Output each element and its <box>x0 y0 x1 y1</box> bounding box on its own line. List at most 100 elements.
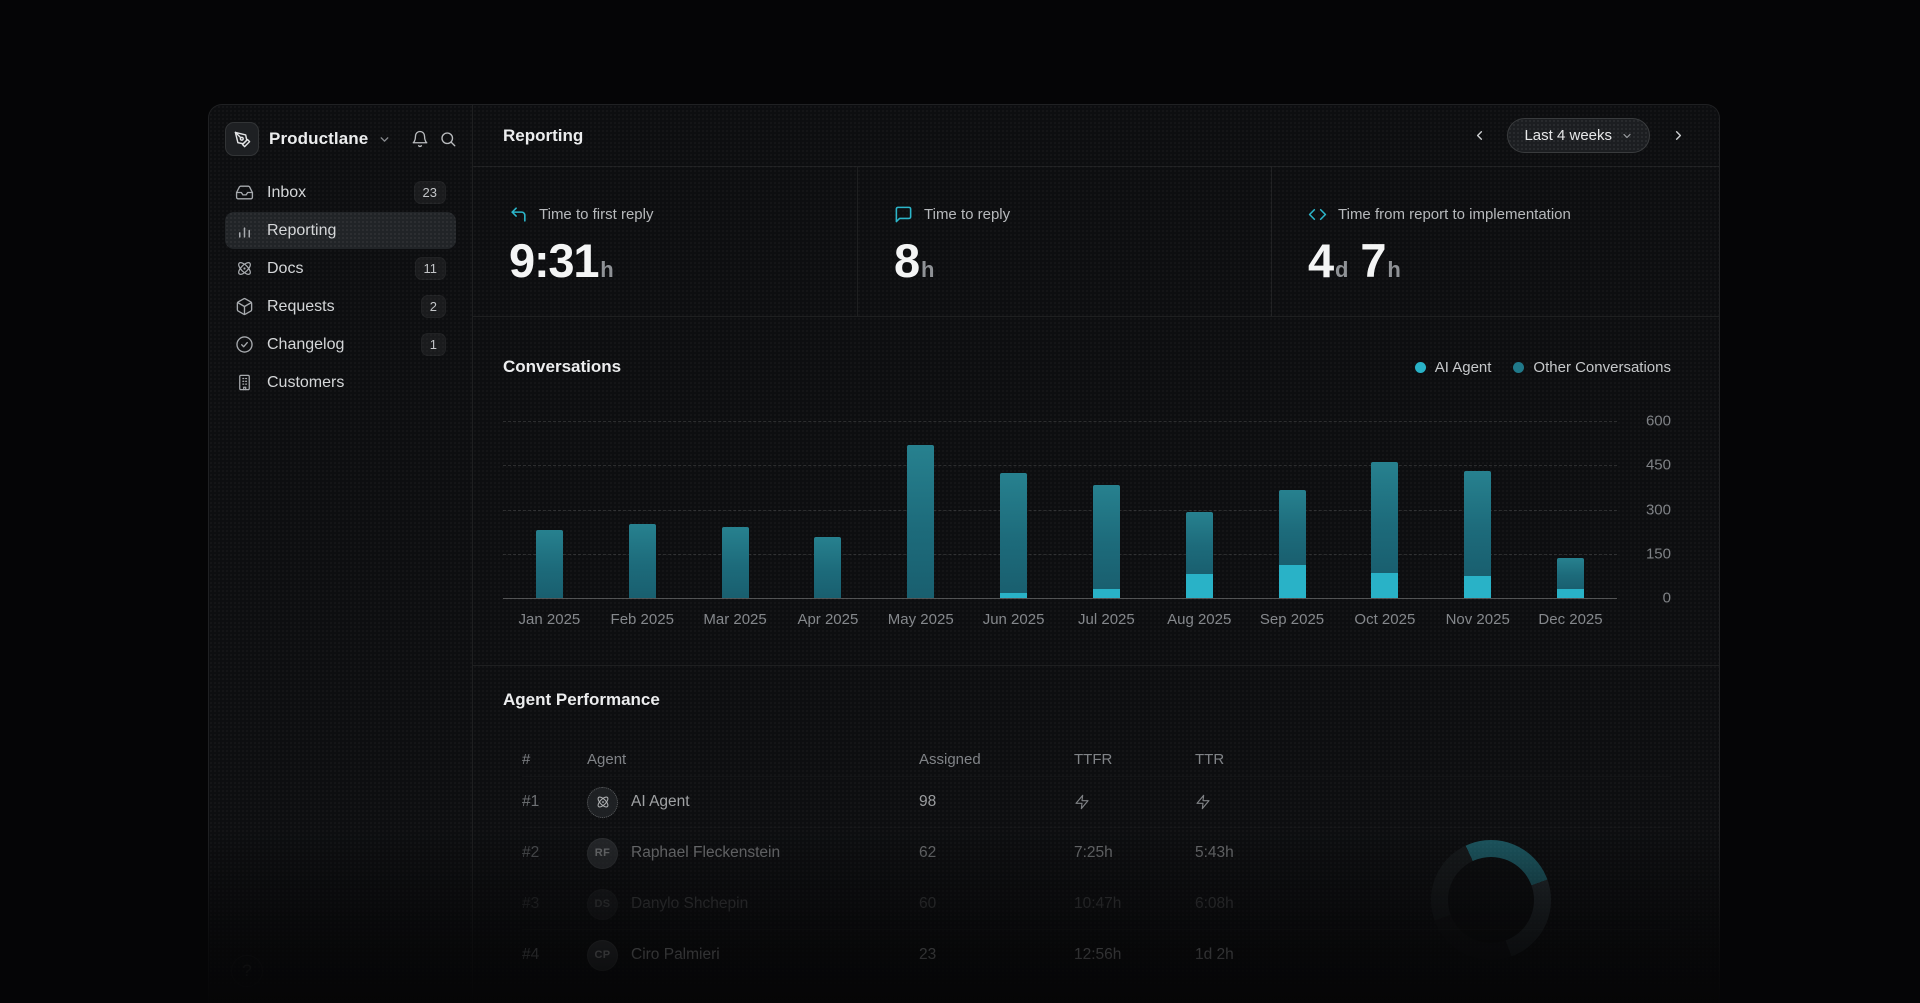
date-range-dropdown[interactable]: Last 4 weeks <box>1507 118 1650 153</box>
agent-performance-table: # Agent Assigned TTFR TTR #1 AI Agent 98 <box>503 742 1671 980</box>
avatar: CP <box>587 940 618 971</box>
inbox-count-badge: 23 <box>414 181 446 204</box>
sidebar-item-docs[interactable]: Docs 11 <box>225 250 456 287</box>
chevron-down-icon <box>378 133 391 146</box>
main-content: Reporting Last 4 weeks <box>473 105 1719 1003</box>
sidebar-item-reporting[interactable]: Reporting <box>225 212 456 249</box>
table-row[interactable]: #2 RF Raphael Fleckenstein 62 7:25h 5:43… <box>522 827 1671 878</box>
agent-performance-title: Agent Performance <box>503 690 660 709</box>
sidebar-item-inbox[interactable]: Inbox 23 <box>225 174 456 211</box>
col-rank: # <box>522 751 587 768</box>
bar-jan-2025[interactable] <box>536 530 563 598</box>
atom-icon <box>235 259 254 278</box>
workspace-name: Productlane <box>269 129 368 149</box>
legend-item-other-conversations[interactable]: Other Conversations <box>1513 359 1671 376</box>
col-ttfr: TTFR <box>1074 751 1195 768</box>
sidebar: Productlane Inbox 23 Reporting <box>209 105 473 1003</box>
bar-may-2025[interactable] <box>907 445 934 598</box>
docs-count-badge: 11 <box>415 257 447 280</box>
inbox-icon <box>235 183 254 202</box>
metrics-row: Time to first reply 9:31h Time to reply … <box>473 167 1719 317</box>
bar-apr-2025[interactable] <box>814 537 841 598</box>
chevron-down-icon <box>1621 130 1633 142</box>
gridline-450 <box>503 465 1617 466</box>
metric-time-to-reply: Time to reply 8h <box>857 167 1271 316</box>
requests-count-badge: 2 <box>421 295 446 318</box>
metric-label: Time to first reply <box>539 206 653 223</box>
metric-value: 4d7h <box>1308 237 1719 284</box>
lightning-icon <box>1074 794 1195 810</box>
lightning-icon <box>1195 794 1671 810</box>
help-button[interactable]: ? <box>231 955 263 987</box>
x-label-apr-2025: Apr 2025 <box>781 611 874 628</box>
legend-label: AI Agent <box>1435 359 1492 376</box>
bar-dec-2025[interactable] <box>1557 558 1584 598</box>
chevron-right-icon[interactable] <box>1663 121 1693 151</box>
sidebar-item-requests[interactable]: Requests 2 <box>225 288 456 325</box>
x-label-oct-2025: Oct 2025 <box>1338 611 1431 628</box>
table-row[interactable]: #4 CP Ciro Palmieri 23 12:56h 1d 2h <box>522 929 1671 980</box>
avatar: DS <box>587 889 618 920</box>
col-agent: Agent <box>587 751 919 768</box>
page-header: Reporting Last 4 weeks <box>473 105 1719 167</box>
app-window: Productlane Inbox 23 Reporting <box>208 104 1720 1003</box>
page-title: Reporting <box>503 126 583 146</box>
bar-jul-2025[interactable] <box>1093 485 1120 598</box>
sidebar-item-label: Changelog <box>267 336 344 354</box>
sidebar-item-label: Customers <box>267 374 344 392</box>
y-tick-600: 600 <box>1646 413 1671 430</box>
date-range-label: Last 4 weeks <box>1524 127 1612 144</box>
cube-icon <box>235 297 254 316</box>
agent-performance-section: Agent Performance # Agent Assigned TTFR … <box>473 666 1719 1003</box>
gridline-0 <box>503 598 1617 599</box>
x-label-mar-2025: Mar 2025 <box>689 611 782 628</box>
table-row-ai-agent[interactable]: #1 AI Agent 98 <box>522 776 1671 827</box>
bar-chart-icon <box>235 221 254 240</box>
x-label-feb-2025: Feb 2025 <box>596 611 689 628</box>
avatar: RF <box>587 838 618 869</box>
productlane-logo-icon <box>225 122 259 156</box>
bar-jun-2025[interactable] <box>1000 473 1027 598</box>
notifications-bell-icon[interactable] <box>411 127 429 151</box>
sidebar-item-label: Docs <box>267 260 303 278</box>
check-circle-icon <box>235 335 254 354</box>
y-tick-150: 150 <box>1646 545 1671 562</box>
chart-xlabels: Jan 2025Feb 2025Mar 2025Apr 2025May 2025… <box>503 611 1617 628</box>
x-label-aug-2025: Aug 2025 <box>1153 611 1246 628</box>
table-row[interactable]: #3 DS Danylo Shchepin 60 10:47h 6:08h <box>522 878 1671 929</box>
legend-dot-ai-agent <box>1415 362 1426 373</box>
bar-nov-2025[interactable] <box>1464 471 1491 598</box>
y-tick-0: 0 <box>1663 590 1671 607</box>
chevron-left-icon[interactable] <box>1464 121 1494 151</box>
bar-oct-2025[interactable] <box>1371 462 1398 598</box>
reply-arrow-icon <box>509 205 528 224</box>
bar-feb-2025[interactable] <box>629 524 656 598</box>
metric-value: 8h <box>894 237 1271 284</box>
ai-agent-avatar <box>587 787 618 818</box>
bar-mar-2025[interactable] <box>722 527 749 598</box>
bar-aug-2025[interactable] <box>1186 512 1213 598</box>
chart-legend: AI Agent Other Conversations <box>1415 359 1671 376</box>
sidebar-item-customers[interactable]: Customers <box>225 364 456 401</box>
x-label-jul-2025: Jul 2025 <box>1060 611 1153 628</box>
search-icon[interactable] <box>439 127 457 151</box>
workspace-switcher[interactable]: Productlane <box>225 120 456 172</box>
agent-name: AI Agent <box>631 793 690 811</box>
agent-name: Danylo Shchepin <box>631 895 748 913</box>
x-label-dec-2025: Dec 2025 <box>1524 611 1617 628</box>
agent-name: Ciro Palmieri <box>631 946 720 964</box>
sidebar-nav: Inbox 23 Reporting Docs 11 Requests 2 Ch… <box>225 174 456 401</box>
table-header-row: # Agent Assigned TTFR TTR <box>522 742 1671 776</box>
chart-plot <box>503 411 1617 598</box>
building-icon <box>235 373 254 392</box>
conversations-chart: Jan 2025Feb 2025Mar 2025Apr 2025May 2025… <box>503 411 1671 628</box>
legend-item-ai-agent[interactable]: AI Agent <box>1415 359 1492 376</box>
gridline-150 <box>503 554 1617 555</box>
bar-sep-2025[interactable] <box>1279 490 1306 598</box>
x-label-sep-2025: Sep 2025 <box>1246 611 1339 628</box>
chat-bubble-icon <box>894 205 913 224</box>
col-ttr: TTR <box>1195 751 1671 768</box>
sidebar-item-changelog[interactable]: Changelog 1 <box>225 326 456 363</box>
y-tick-300: 300 <box>1646 501 1671 518</box>
col-assigned: Assigned <box>919 751 1074 768</box>
